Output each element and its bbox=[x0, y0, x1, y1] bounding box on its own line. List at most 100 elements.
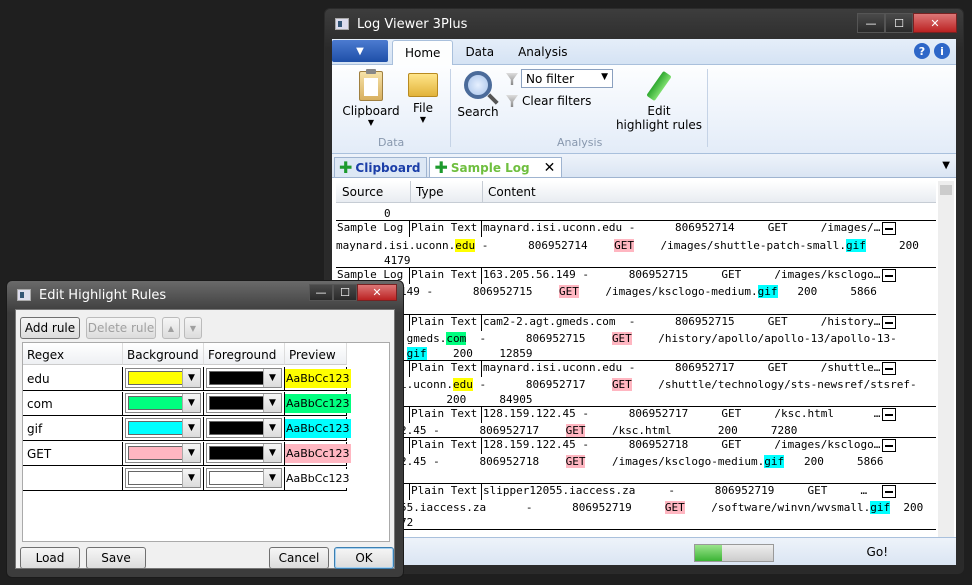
scrollbar-thumb[interactable] bbox=[940, 185, 952, 195]
clear-filters-button[interactable]: Clear filters bbox=[506, 94, 591, 108]
detail-line: .gmeds.com - 806952715 GET /history/apol… bbox=[400, 332, 897, 345]
group-label-analysis: Analysis bbox=[557, 136, 603, 149]
background-color-picker[interactable]: ▼ bbox=[125, 393, 201, 413]
foreground-color-picker[interactable]: ▼ bbox=[206, 418, 282, 438]
load-button[interactable]: Load bbox=[20, 547, 80, 569]
log-grid[interactable]: Source Type Content 0 Sample Log Plain T… bbox=[336, 181, 936, 537]
dialog-icon bbox=[17, 289, 31, 301]
cancel-button[interactable]: Cancel bbox=[269, 547, 329, 569]
rule-regex-cell[interactable]: GET bbox=[23, 442, 123, 466]
preview-text: AaBbCc123 bbox=[285, 444, 351, 463]
rule-regex-cell[interactable]: gif bbox=[23, 417, 123, 441]
collapse-icon[interactable] bbox=[882, 269, 896, 282]
grid-header: Source Type Content bbox=[336, 181, 936, 203]
table-row[interactable]: Sample Log Plain Text 163.205.56.149 - 8… bbox=[336, 268, 936, 284]
background-color-picker[interactable]: ▼ bbox=[125, 418, 201, 438]
table-row[interactable]: Sample Log Plain Text maynard.isi.uconn.… bbox=[336, 221, 936, 237]
file-button[interactable]: File ▼ bbox=[404, 73, 442, 124]
preview-text: AaBbCc123 bbox=[285, 469, 351, 488]
table-row[interactable]: Plain Text 128.159.122.45 - 806952717 GE… bbox=[336, 407, 936, 423]
maximize-button[interactable]: ☐ bbox=[885, 13, 913, 33]
collapse-icon[interactable] bbox=[882, 362, 896, 375]
chevron-down-icon[interactable]: ▼ bbox=[182, 419, 200, 437]
rule-background-cell: ▼ bbox=[123, 417, 204, 441]
column-header-source[interactable]: Source bbox=[342, 185, 383, 199]
ok-button[interactable]: OK bbox=[334, 547, 394, 569]
foreground-color-picker[interactable]: ▼ bbox=[206, 393, 282, 413]
save-button[interactable]: Save bbox=[86, 547, 146, 569]
tab-data[interactable]: Data bbox=[453, 40, 506, 64]
collapse-icon[interactable] bbox=[882, 316, 896, 329]
column-header-content[interactable]: Content bbox=[488, 185, 536, 199]
info-icon[interactable]: i bbox=[934, 43, 950, 59]
add-rule-button[interactable]: Add rule bbox=[20, 317, 80, 339]
rule-regex-cell[interactable] bbox=[23, 467, 123, 491]
help-icon[interactable]: ? bbox=[914, 43, 930, 59]
close-button[interactable]: ✕ bbox=[913, 13, 957, 33]
chevron-down-icon[interactable]: ▼ bbox=[182, 444, 200, 462]
chevron-down-icon[interactable]: ▼ bbox=[182, 469, 200, 487]
vertical-scrollbar[interactable] bbox=[938, 181, 954, 537]
close-tab-icon[interactable]: ✕ bbox=[544, 160, 556, 176]
minimize-button[interactable]: — bbox=[857, 13, 885, 33]
main-titlebar[interactable]: Log Viewer 3Plus — ☐ ✕ bbox=[325, 9, 963, 39]
move-down-icon[interactable]: ▼ bbox=[184, 317, 202, 339]
foreground-color-picker[interactable]: ▼ bbox=[206, 468, 282, 488]
dialog-minimize-button[interactable]: — bbox=[309, 284, 333, 301]
color-swatch bbox=[128, 396, 184, 410]
dialog-close-button[interactable]: ✕ bbox=[357, 284, 397, 301]
rule-background-cell: ▼ bbox=[123, 467, 204, 491]
background-color-picker[interactable]: ▼ bbox=[125, 443, 201, 463]
tab-analysis[interactable]: Analysis bbox=[506, 40, 579, 64]
detail-line: 149 - 806952715 GET /images/ksclogo-medi… bbox=[400, 285, 877, 298]
table-row[interactable]: Plain Text 128.159.122.45 - 806952718 GE… bbox=[336, 438, 936, 454]
column-header-type[interactable]: Type bbox=[416, 185, 444, 199]
go-button[interactable]: Go! bbox=[867, 545, 888, 559]
color-swatch bbox=[128, 471, 184, 485]
column-header-preview[interactable]: Preview bbox=[285, 343, 347, 365]
rules-grid[interactable]: Regex Background Foreground Preview edu ▼… bbox=[22, 342, 390, 542]
chevron-down-icon[interactable]: ▼ bbox=[263, 369, 281, 387]
filter-select[interactable]: No filter ▼ bbox=[521, 69, 613, 88]
move-up-icon[interactable]: ▲ bbox=[162, 317, 180, 339]
search-button[interactable]: Search bbox=[456, 71, 500, 119]
doc-tab-clipboard[interactable]: ✚ Clipboard bbox=[334, 157, 428, 177]
doc-tab-sample-log[interactable]: ✚ Sample Log ✕ bbox=[429, 157, 563, 177]
table-row[interactable]: Plain Text maynard.isi.uconn.edu - 80695… bbox=[336, 361, 936, 377]
rule-regex-cell[interactable]: edu bbox=[23, 367, 123, 391]
clipboard-button[interactable]: Clipboard ▼ bbox=[338, 69, 404, 127]
app-menu-button[interactable]: ▼ bbox=[332, 40, 388, 62]
chevron-down-icon[interactable]: ▼ bbox=[263, 419, 281, 437]
background-color-picker[interactable]: ▼ bbox=[125, 368, 201, 388]
clear-filter-icon bbox=[506, 95, 518, 107]
chevron-down-icon[interactable]: ▼ bbox=[182, 394, 200, 412]
collapse-icon[interactable] bbox=[882, 439, 896, 452]
collapse-icon[interactable] bbox=[882, 408, 896, 421]
rule-foreground-cell: ▼ bbox=[204, 392, 285, 416]
chevron-down-icon[interactable]: ▼ bbox=[182, 369, 200, 387]
edit-highlight-rules-button[interactable]: Edit highlight rules bbox=[614, 70, 704, 132]
dialog-maximize-button[interactable]: ☐ bbox=[333, 284, 357, 301]
detail-line: .gif 200 12859 bbox=[400, 347, 533, 360]
background-color-picker[interactable]: ▼ bbox=[125, 468, 201, 488]
chevron-down-icon[interactable]: ▼ bbox=[263, 394, 281, 412]
column-header-regex[interactable]: Regex bbox=[23, 343, 123, 365]
collapse-icon[interactable] bbox=[882, 485, 896, 498]
color-swatch bbox=[209, 421, 265, 435]
tab-home[interactable]: Home bbox=[392, 40, 454, 65]
column-header-background[interactable]: Background bbox=[123, 343, 204, 365]
tab-overflow-icon[interactable]: ▼ bbox=[942, 160, 950, 171]
delete-rule-button[interactable]: Delete rule bbox=[86, 317, 156, 339]
table-row[interactable]: Plain Text slipper12055.iaccess.za - 806… bbox=[336, 484, 936, 500]
ribbon-home: Clipboard ▼ File ▼ Data Search No filter… bbox=[332, 65, 956, 154]
dialog-titlebar[interactable]: Edit Highlight Rules — ☐ ✕ bbox=[7, 281, 403, 309]
foreground-color-picker[interactable]: ▼ bbox=[206, 368, 282, 388]
column-header-foreground[interactable]: Foreground bbox=[204, 343, 285, 365]
rule-regex-cell[interactable]: com bbox=[23, 392, 123, 416]
chevron-down-icon[interactable]: ▼ bbox=[263, 469, 281, 487]
chevron-down-icon[interactable]: ▼ bbox=[263, 444, 281, 462]
table-row[interactable]: Plain Text cam2-2.agt.gmeds.com - 806952… bbox=[336, 315, 936, 331]
rule-preview-cell: AaBbCc123 bbox=[285, 392, 351, 416]
collapse-icon[interactable] bbox=[882, 222, 896, 235]
foreground-color-picker[interactable]: ▼ bbox=[206, 443, 282, 463]
